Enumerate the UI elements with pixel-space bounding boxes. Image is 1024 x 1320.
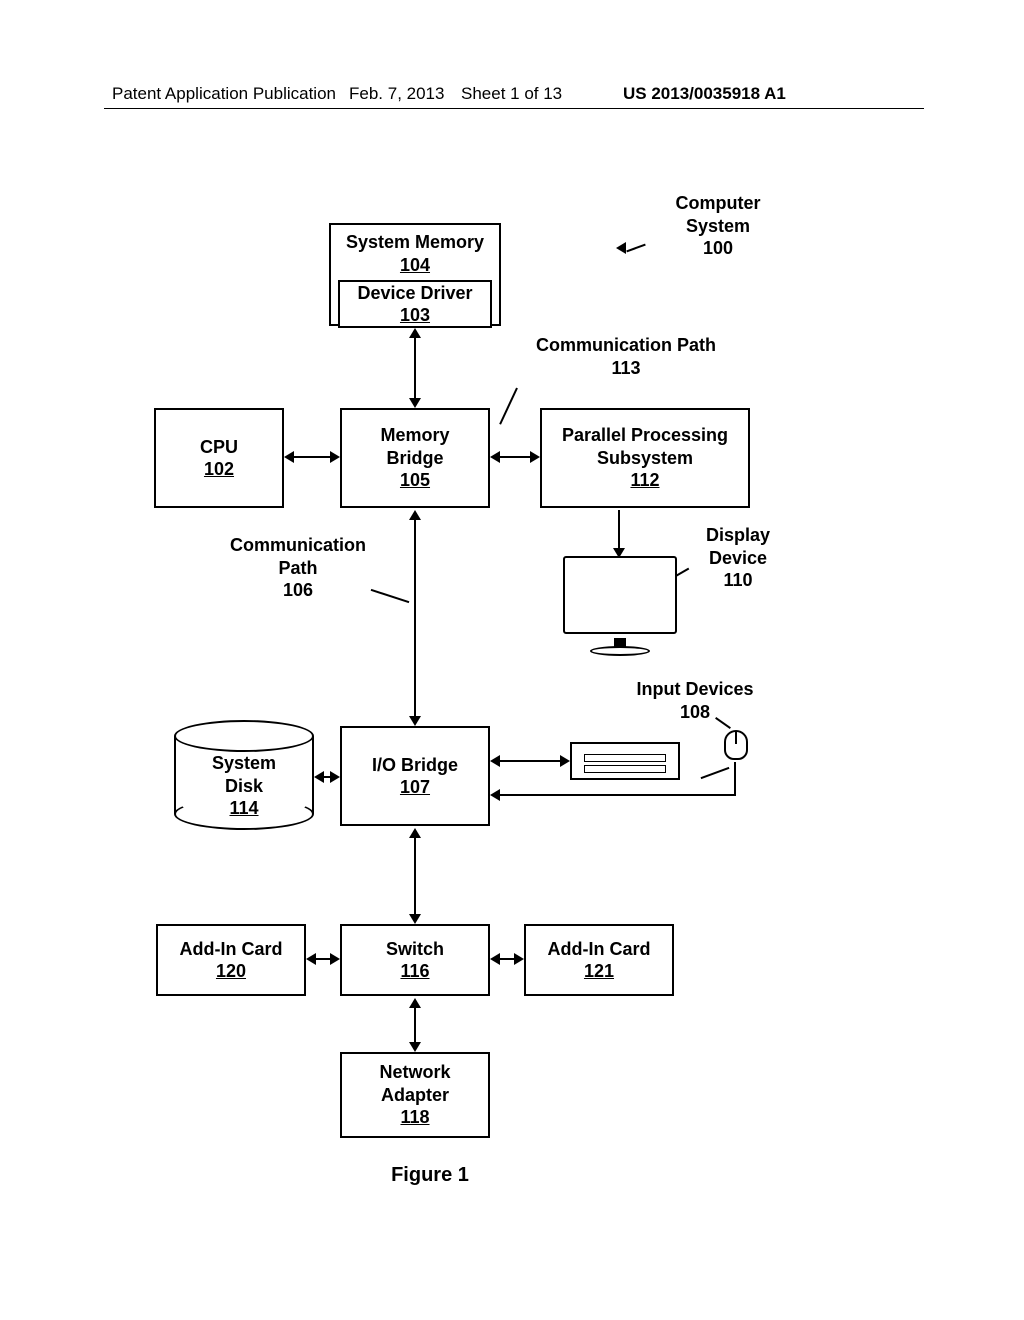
arrow-cpu-membridge-l [284,451,294,463]
box-system-disk-num: 114 [174,797,314,820]
box-addin-121: Add-In Card 121 [524,924,674,996]
leader-100 [626,244,645,253]
arrow-mouse-iobridge-l [490,789,500,801]
box-device-driver: Device Driver 103 [338,280,492,328]
arrow-iobridge-switch-d [409,914,421,924]
arrow-mouse-iobridge-v [734,762,736,796]
box-system-disk-title: System Disk [174,752,314,797]
arrow-cpu-membridge [294,456,330,458]
arrow-cpu-membridge-r [330,451,340,463]
label-comm-path-113-num: 113 [611,358,640,378]
arrow-addin120-switch [316,958,330,960]
box-addin-120: Add-In Card 120 [156,924,306,996]
arrow-disk-iobridge-l [314,771,324,783]
box-system-memory-num: 104 [400,254,430,277]
box-pps-title: Parallel Processing Subsystem [562,424,728,469]
box-cpu-title: CPU [200,436,238,459]
label-comm-path-113: Communication Path 113 [516,334,736,379]
arrow-membridge-pps [500,456,530,458]
box-addin-121-title: Add-In Card [548,938,651,961]
figure-diagram: Computer System 100 System Memory 104 De… [0,0,1024,1320]
box-io-bridge: I/O Bridge 107 [340,726,490,826]
mouse-icon [724,730,748,760]
arrow-pps-display [618,510,620,550]
label-input-devices: Input Devices 108 [620,678,770,723]
box-network-adapter-num: 118 [400,1106,429,1129]
keyboard-icon [570,742,680,780]
box-pps: Parallel Processing Subsystem 112 [540,408,750,508]
arrow-iobridge-switch-u [409,828,421,838]
box-system-memory-title: System Memory [346,231,484,254]
label-display-device: Display Device 110 [688,524,788,592]
label-computer-system-num: 100 [703,238,733,258]
box-addin-120-title: Add-In Card [180,938,283,961]
label-comm-path-106-text: Communication Path [230,535,366,578]
arrow-switch-addin121-r [514,953,524,965]
arrow-switch-netadapter-d [409,1042,421,1052]
arrow-addin120-switch-r [330,953,340,965]
label-display-device-text: Display Device [706,525,770,568]
label-comm-path-113-text: Communication Path [536,335,716,355]
box-cpu-num: 102 [204,458,234,481]
arrow-sysmem-membridge-up [409,328,421,338]
arrow-switch-addin121 [500,958,514,960]
arrow-sysmem-membridge [414,336,416,398]
label-input-devices-num: 108 [680,702,710,722]
box-network-adapter: Network Adapter 118 [340,1052,490,1138]
arrow-iobridge-keyboard-r [560,755,570,767]
arrow-disk-iobridge-r [330,771,340,783]
box-system-memory: System Memory 104 Device Driver 103 [329,223,501,326]
arrow-addin120-switch-l [306,953,316,965]
arrow-pps-display-d [613,548,625,558]
box-cpu: CPU 102 [154,408,284,508]
label-comm-path-106: Communication Path 106 [213,534,383,602]
arrow-mouse-iobridge-h [500,794,736,796]
arrow-membridge-iobridge [414,518,416,716]
box-system-disk: System Disk 114 [174,720,314,830]
arrow-switch-addin121-l [490,953,500,965]
box-network-adapter-title: Network Adapter [379,1061,450,1106]
label-comm-path-106-num: 106 [283,580,313,600]
label-input-devices-text: Input Devices [636,679,753,699]
box-io-bridge-num: 107 [400,776,430,799]
display-monitor-icon [560,556,680,656]
figure-caption: Figure 1 [380,1164,480,1187]
label-computer-system: Computer System 100 [648,192,788,260]
arrow-iobridge-keyboard [500,760,560,762]
arrow-switch-netadapter-u [409,998,421,1008]
arrow-membridge-iobridge-u [409,510,421,520]
box-addin-121-num: 121 [584,960,614,983]
arrow-switch-netadapter [414,1006,416,1042]
box-memory-bridge-title: Memory Bridge [380,424,449,469]
arrow-membridge-pps-l [490,451,500,463]
box-addin-120-num: 120 [216,960,246,983]
arrow-iobridge-switch [414,836,416,914]
box-switch-title: Switch [386,938,444,961]
box-switch-num: 116 [400,960,429,983]
box-pps-num: 112 [630,469,659,492]
arrow-membridge-pps-r [530,451,540,463]
box-memory-bridge-num: 105 [400,469,430,492]
box-switch: Switch 116 [340,924,490,996]
box-device-driver-title: Device Driver [357,282,472,305]
box-io-bridge-title: I/O Bridge [372,754,458,777]
arrow-iobridge-keyboard-l [490,755,500,767]
box-memory-bridge: Memory Bridge 105 [340,408,490,508]
mouse-cable [701,767,730,779]
leader-113 [499,388,518,425]
box-device-driver-num: 103 [400,304,430,327]
leader-100-arrow [616,242,626,254]
label-display-device-num: 110 [723,570,752,590]
arrow-sysmem-membridge-down [409,398,421,408]
arrow-membridge-iobridge-d [409,716,421,726]
label-computer-system-text: Computer System [676,193,761,236]
